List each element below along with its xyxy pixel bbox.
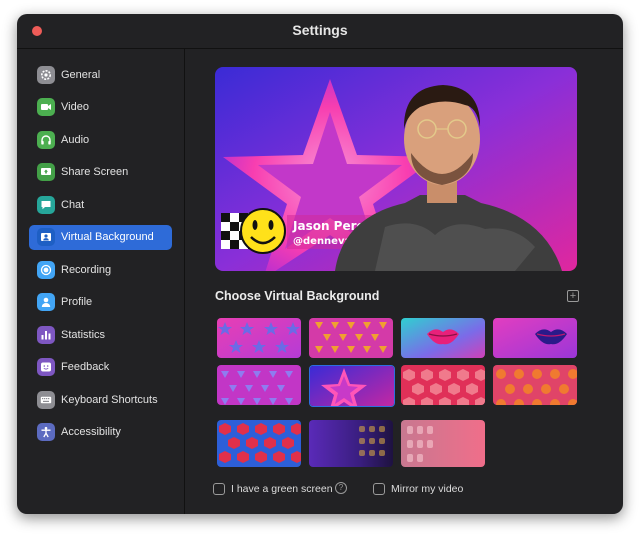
sidebar-item-label: Virtual Background bbox=[61, 231, 154, 243]
sidebar-item-share-screen[interactable]: Share Screen bbox=[29, 160, 172, 185]
sidebar-item-label: Chat bbox=[61, 199, 85, 211]
sidebar-item-keyboard-shortcuts[interactable]: Keyboard Shortcuts bbox=[29, 388, 172, 413]
accessibility-icon bbox=[37, 423, 55, 441]
sidebar-item-chat[interactable]: Chat bbox=[29, 193, 172, 218]
video-camera-icon bbox=[37, 98, 55, 116]
smiley-icon bbox=[37, 358, 55, 376]
pink-triangles-image bbox=[309, 318, 393, 358]
share-screen-icon bbox=[37, 163, 55, 181]
sidebar-item-recording[interactable]: Recording bbox=[29, 258, 172, 283]
help-icon[interactable]: ? bbox=[335, 482, 347, 494]
red-hexagons-image bbox=[401, 365, 485, 405]
star-glow-image bbox=[310, 366, 394, 406]
gear-icon bbox=[37, 66, 55, 84]
background-thumbnail[interactable] bbox=[217, 420, 301, 467]
record-icon bbox=[37, 261, 55, 279]
purple-blur-image bbox=[309, 420, 393, 467]
orange-dots-image bbox=[493, 365, 577, 405]
bar-chart-icon bbox=[37, 326, 55, 344]
settings-window: Settings General Video Audio Share Scree… bbox=[17, 14, 623, 514]
sidebar-item-label: Recording bbox=[61, 264, 112, 276]
magenta-lips-image bbox=[493, 318, 577, 358]
chat-bubble-icon bbox=[37, 196, 55, 214]
sidebar-item-label: Keyboard Shortcuts bbox=[61, 394, 158, 406]
pink-stars-image bbox=[217, 318, 301, 358]
background-thumbnail[interactable] bbox=[217, 318, 301, 358]
smiley-sticker bbox=[240, 208, 286, 254]
sidebar-item-label: Video bbox=[61, 101, 89, 113]
background-thumbnail[interactable] bbox=[309, 318, 393, 358]
add-background-button[interactable]: + bbox=[567, 290, 579, 302]
sidebar-item-label: Profile bbox=[61, 296, 93, 308]
sidebar: General Video Audio Share Screen Chat Vi… bbox=[17, 49, 185, 514]
sidebar-item-label: Accessibility bbox=[61, 426, 121, 438]
sidebar-item-label: General bbox=[61, 69, 101, 81]
sidebar-item-label: Statistics bbox=[61, 329, 106, 341]
purple-triangles-image bbox=[217, 365, 301, 405]
person-icon bbox=[37, 293, 55, 311]
window-title: Settings bbox=[292, 22, 348, 38]
sidebar-item-profile[interactable]: Profile bbox=[29, 290, 172, 315]
sidebar-item-virtual-background[interactable]: Virtual Background bbox=[29, 225, 172, 250]
sidebar-item-label: Share Screen bbox=[61, 166, 129, 178]
sidebar-item-statistics[interactable]: Statistics bbox=[29, 323, 172, 348]
background-thumbnail[interactable] bbox=[493, 318, 577, 358]
sidebar-item-audio[interactable]: Audio bbox=[29, 128, 172, 153]
title-bar: Settings bbox=[17, 14, 623, 49]
sidebar-item-accessibility[interactable]: Accessibility bbox=[29, 420, 172, 445]
green-screen-checkbox[interactable] bbox=[213, 483, 225, 495]
mirror-video-label: Mirror my video bbox=[391, 483, 464, 495]
sidebar-item-general[interactable]: General bbox=[29, 63, 172, 88]
section-title: Choose Virtual Background bbox=[215, 289, 380, 303]
sidebar-item-label: Feedback bbox=[61, 361, 110, 373]
background-thumbnail-selected[interactable] bbox=[309, 365, 395, 407]
green-screen-label: I have a green screen bbox=[231, 483, 333, 495]
teal-lips-image bbox=[401, 318, 485, 358]
bokeh-pink-image bbox=[401, 420, 485, 467]
mirror-video-checkbox[interactable] bbox=[373, 483, 385, 495]
background-thumbnail[interactable] bbox=[493, 365, 577, 405]
background-thumbnail[interactable] bbox=[401, 318, 485, 358]
sidebar-item-feedback[interactable]: Feedback bbox=[29, 355, 172, 380]
sidebar-item-video[interactable]: Video bbox=[29, 95, 172, 120]
background-thumbnail[interactable] bbox=[401, 365, 485, 405]
sidebar-item-label: Audio bbox=[61, 134, 90, 146]
person-portrait-icon bbox=[37, 228, 55, 246]
blue-red-hexagons-image bbox=[217, 420, 301, 467]
keyboard-icon bbox=[37, 391, 55, 409]
background-thumbnail[interactable] bbox=[309, 420, 393, 467]
background-thumbnail[interactable] bbox=[401, 420, 485, 467]
headphones-icon bbox=[37, 131, 55, 149]
video-preview: Jason Perez @denneval bbox=[215, 67, 577, 271]
background-thumbnail[interactable] bbox=[217, 365, 301, 405]
